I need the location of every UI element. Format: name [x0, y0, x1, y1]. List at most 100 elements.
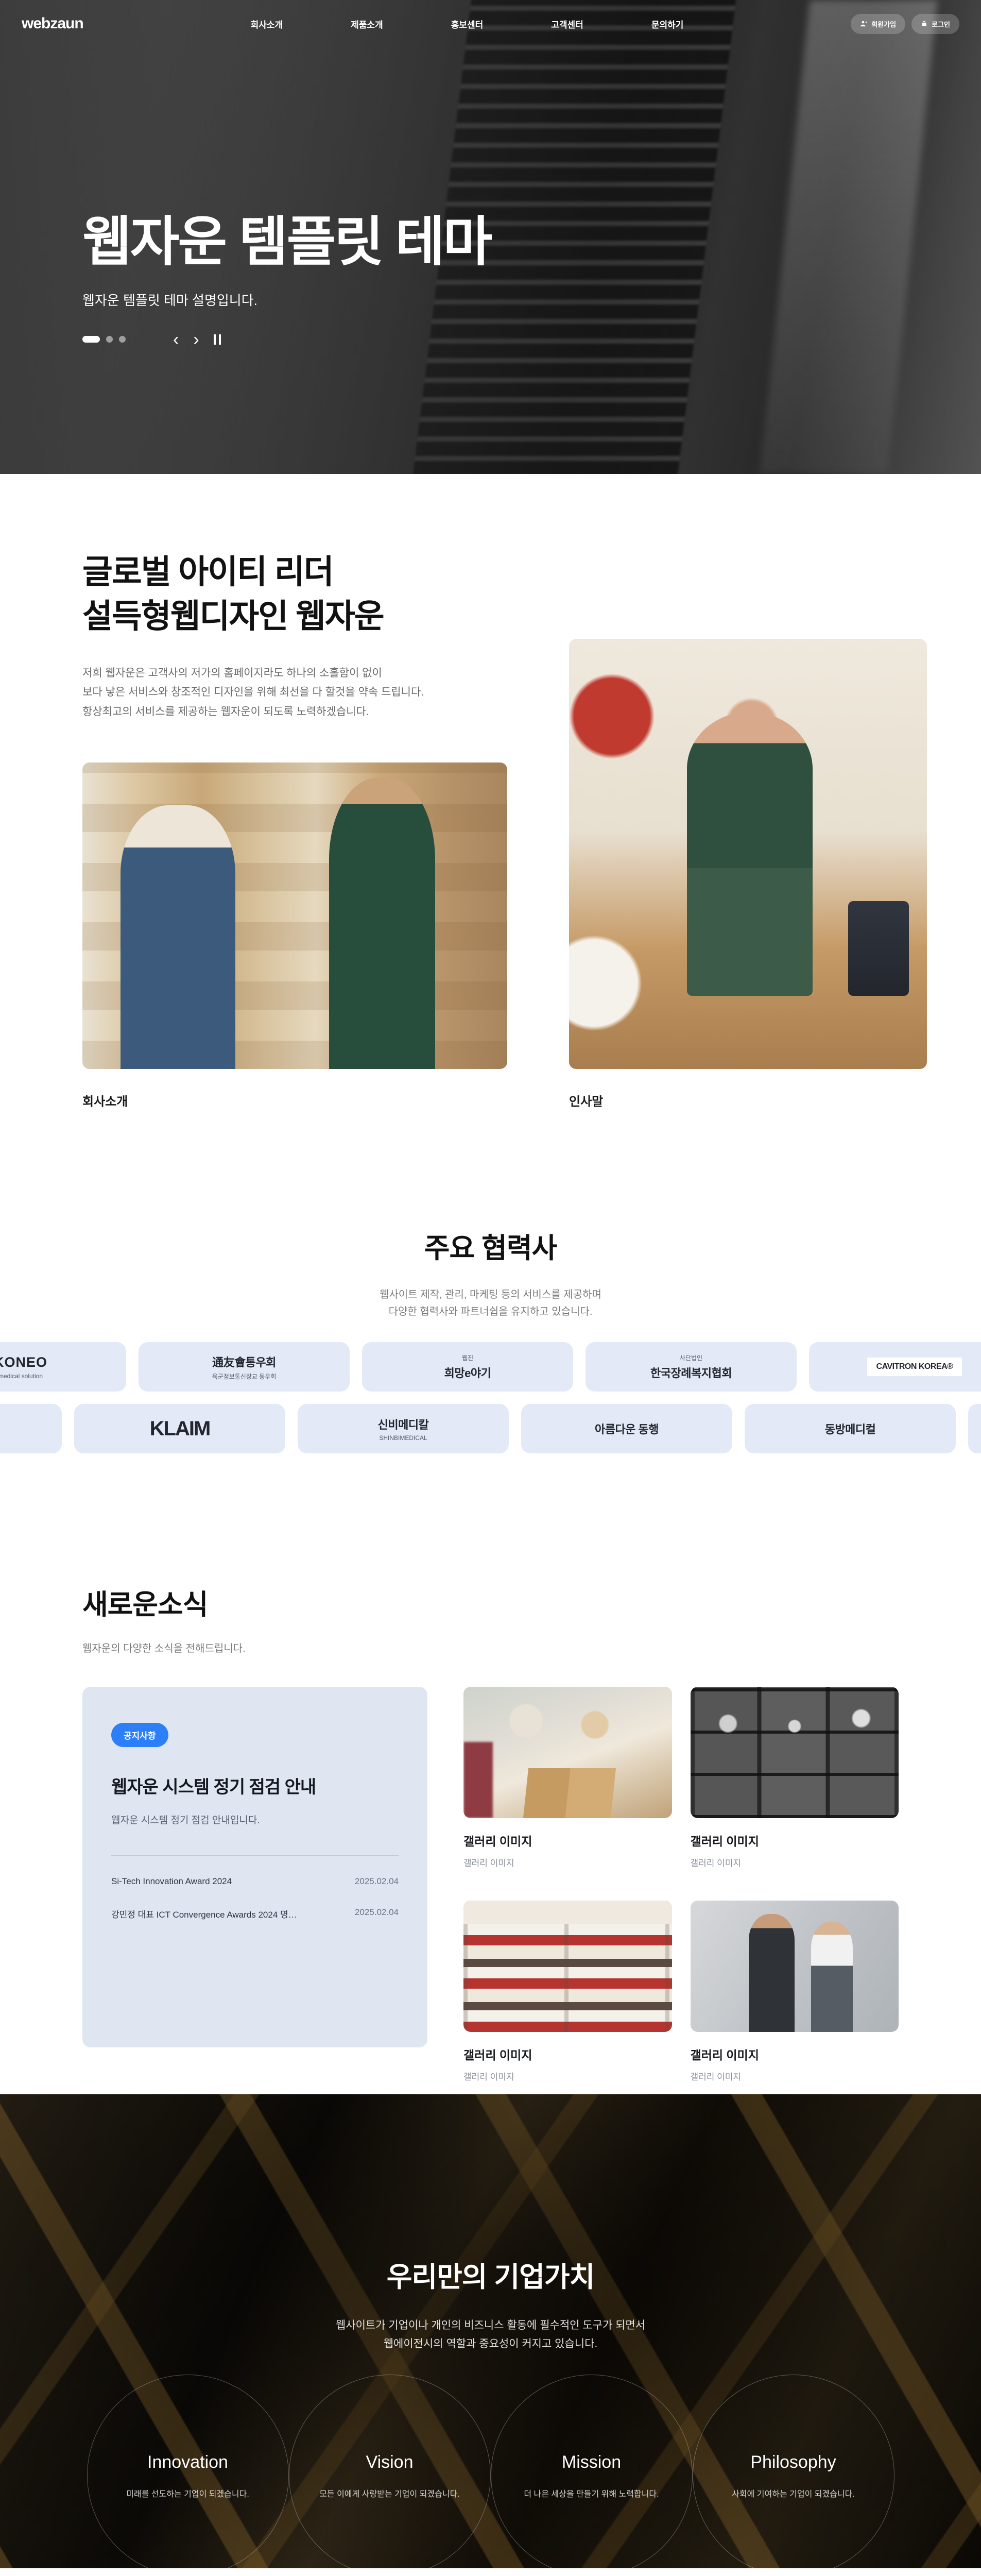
gallery-item-desc: 갤러리 이미지: [463, 2070, 672, 2082]
gallery-image[interactable]: [463, 1901, 672, 2032]
login-button[interactable]: 로그인: [911, 14, 959, 34]
partner-logo: KONEO medical solution: [0, 1342, 126, 1392]
login-label: 로그인: [932, 19, 950, 29]
gallery-item-title: 갤러리 이미지: [691, 1832, 899, 1849]
partner-logo: 通友會통우회 육군정보통신장교 동우회: [139, 1342, 350, 1392]
value-desc: 사회에 기여하는 기업이 되겠습니다.: [732, 2487, 855, 2499]
notice-item-title: 강민정 대표 ICT Convergence Awards 2024 명…: [111, 1907, 297, 1920]
partner-sub: SHINBIMEDICAL: [379, 1434, 427, 1442]
hero-title: 웹자운 템플릿 테마: [82, 210, 491, 275]
nav-item-customer-center[interactable]: 고객센터: [551, 18, 583, 30]
gallery-image[interactable]: [691, 1687, 899, 1818]
hero-subtitle: 웹자운 템플릿 테마 설명입니다.: [82, 290, 491, 309]
carousel-dot-1[interactable]: [82, 336, 100, 343]
nav-item-products[interactable]: 제품소개: [351, 18, 383, 30]
values-section: 우리만의 기업가치 웹사이트가 기업이나 개인의 비즈니스 활동에 필수적인 도…: [0, 2094, 981, 2568]
partner-name: 通友會통우회: [212, 1353, 276, 1370]
carousel-dot-3[interactable]: [119, 336, 126, 343]
value-desc: 모든 이에게 사랑받는 기업이 되겠습니다.: [319, 2487, 459, 2499]
partner-logo: 동방메디컬: [745, 1404, 956, 1453]
partner-name: 동방메디컬: [825, 1420, 876, 1437]
gallery-item-title: 갤러리 이미지: [691, 2045, 899, 2063]
person-plus-icon: [860, 20, 867, 27]
greeting-caption[interactable]: 인사말: [569, 1091, 603, 1109]
partner-name: CAVITRON KOREA®: [867, 1358, 962, 1376]
partner-name: 아름다운 동행: [595, 1420, 659, 1437]
news-subtitle: 웹자운의 다양한 소식을 전해드립니다.: [82, 1640, 899, 1655]
notice-item-date: 2025.02.04: [355, 1907, 399, 1920]
partner-sub: 육군정보통신장교 동우회: [212, 1372, 277, 1381]
about-title-line1: 글로벌 아이티 리더: [82, 550, 384, 595]
carousel-next-icon[interactable]: ›: [193, 331, 199, 348]
value-title: Innovation: [147, 2452, 228, 2472]
auth-buttons: 회원가입 로그인: [851, 14, 959, 34]
about-desc-line3: 항상최고의 서비스를 제공하는 웹자운이 되도록 노력하겠습니다.: [82, 702, 424, 721]
signup-button[interactable]: 회원가입: [851, 14, 905, 34]
gallery-card[interactable]: 갤러리 이미지 갤러리 이미지: [463, 1687, 672, 1869]
partner-logo: 한국장례복지협회 사단법인: [586, 1342, 797, 1392]
carousel-prev-icon[interactable]: ‹: [173, 331, 179, 348]
partner-sub: 사단법인: [680, 1353, 702, 1362]
carousel-arrows: ‹ ›: [173, 331, 221, 348]
partner-logo: 신비메디칼 SHINBIMEDICAL: [298, 1404, 509, 1453]
values-content: 우리만의 기업가치 웹사이트가 기업이나 개인의 비즈니스 활동에 필수적인 도…: [0, 2094, 981, 2568]
gallery-grid: 갤러리 이미지 갤러리 이미지 갤러리 이미지 갤러리 이미지 갤러리 이미지 …: [463, 1687, 899, 2090]
main-nav: 회사소개 제품소개 홍보센터 고객센터 문의하기: [83, 18, 851, 30]
gallery-item-title: 갤러리 이미지: [463, 1832, 672, 1849]
partner-name: 신비메디칼: [378, 1416, 429, 1432]
notice-list-item[interactable]: 강민정 대표 ICT Convergence Awards 2024 명… 20…: [111, 1907, 399, 1920]
gallery-image[interactable]: [463, 1687, 672, 1818]
gallery-item-title: 갤러리 이미지: [463, 2045, 672, 2063]
partner-logo-marquee: KONEO medical solution 通友會통우회 육군정보통신장교 동…: [0, 1342, 981, 1453]
gallery-card[interactable]: 갤러리 이미지 갤러리 이미지: [691, 1687, 899, 1869]
about-desc-line1: 저희 웹자운은 고객사의 저가의 홈페이지라도 하나의 소홀함이 없이: [82, 664, 424, 683]
about-title: 글로벌 아이티 리더 설득형웹디자인 웹자운: [82, 550, 384, 639]
notice-description: 웹자운 시스템 정기 점검 안내입니다.: [111, 1812, 399, 1826]
gallery-card[interactable]: 갤러리 이미지 갤러리 이미지: [463, 1901, 672, 2082]
partner-row-2: 특화센터 KLAIM 신비메디칼 SHINBIMEDICAL 아름다운 동행 동…: [0, 1404, 981, 1453]
notice-list-item[interactable]: Si-Tech Innovation Award 2024 2025.02.04: [111, 1876, 399, 1887]
site-logo[interactable]: webzaun: [22, 15, 83, 32]
notice-title[interactable]: 웹자운 시스템 정기 점검 안내: [111, 1773, 399, 1798]
partner-logo: 희망e야기 웹진: [362, 1342, 573, 1392]
nav-item-pr-center[interactable]: 홍보센터: [451, 18, 484, 30]
partners-subtitle-line1: 웹사이트 제작, 관리, 마케팅 등의 서비스를 제공하며: [0, 1286, 981, 1303]
about-desc-line2: 보다 낳은 서비스와 창조적인 디자인을 위해 최선을 다 할것을 약속 드립니…: [82, 683, 424, 702]
notice-card: 공지사항 웹자운 시스템 정기 점검 안내 웹자운 시스템 정기 점검 안내입니…: [82, 1687, 427, 2047]
gallery-image[interactable]: [691, 1901, 899, 2032]
partner-row-1: KONEO medical solution 通友會통우회 육군정보통신장교 동…: [0, 1342, 981, 1392]
partner-logo: KISA 한국인터넷진흥원: [968, 1404, 981, 1453]
value-circle-innovation: Innovation 미래를 선도하는 기업이 되겠습니다.: [87, 2375, 289, 2568]
partners-section: 주요 협력사 웹사이트 제작, 관리, 마케팅 등의 서비스를 제공하며 다양한…: [0, 1175, 981, 1494]
partner-name: 한국장례복지협회: [650, 1364, 732, 1381]
value-desc: 더 나은 세상을 만들기 위해 노력합니다.: [524, 2487, 659, 2499]
news-section: 새로운소식 웹자운의 다양한 소식을 전해드립니다. 공지사항 웹자운 시스템 …: [0, 1494, 981, 2094]
company-intro-image[interactable]: [82, 762, 507, 1069]
nav-item-contact[interactable]: 문의하기: [651, 18, 684, 30]
carousel-controls: ‹ ›: [82, 331, 491, 348]
carousel-pause-icon[interactable]: [214, 334, 221, 345]
greeting-image[interactable]: [569, 639, 927, 1069]
value-title: Mission: [562, 2452, 621, 2472]
about-description: 저희 웹자운은 고객사의 저가의 홈페이지라도 하나의 소홀함이 없이 보다 낳…: [82, 664, 424, 721]
portfolio-section: Portfolio 분야별로 최상의 팀 맞춤 광고와 기술을 만듭니다. ‹ …: [0, 2568, 981, 2576]
carousel-dot-2[interactable]: [106, 336, 113, 343]
signup-label: 회원가입: [871, 19, 896, 29]
partner-name: KLAIM: [150, 1417, 210, 1440]
partner-name: 희망e야기: [444, 1364, 491, 1381]
value-desc: 미래를 선도하는 기업이 되겠습니다.: [126, 2487, 249, 2499]
gallery-item-desc: 갤러리 이미지: [691, 1856, 899, 1869]
values-title: 우리만의 기업가치: [0, 2254, 981, 2295]
company-intro-caption[interactable]: 회사소개: [82, 1091, 128, 1109]
partners-subtitle-line2: 다양한 협력사와 파트너쉽을 유지하고 있습니다.: [0, 1303, 981, 1320]
values-subtitle: 웹사이트가 기업이나 개인의 비즈니스 활동에 필수적인 도구가 되면서 웹에이…: [0, 2316, 981, 2353]
nav-item-company[interactable]: 회사소개: [251, 18, 283, 30]
carousel-dots: [82, 336, 126, 343]
value-circle-vision: Vision 모든 이에게 사랑받는 기업이 되겠습니다.: [289, 2375, 491, 2568]
notice-item-title: Si-Tech Innovation Award 2024: [111, 1876, 232, 1887]
notice-badge: 공지사항: [111, 1723, 168, 1747]
gallery-card[interactable]: 갤러리 이미지 갤러리 이미지: [691, 1901, 899, 2082]
notice-divider: [111, 1855, 399, 1856]
about-title-line2: 설득형웹디자인 웹자운: [82, 595, 384, 639]
value-circle-philosophy: Philosophy 사회에 기여하는 기업이 되겠습니다.: [693, 2375, 894, 2568]
